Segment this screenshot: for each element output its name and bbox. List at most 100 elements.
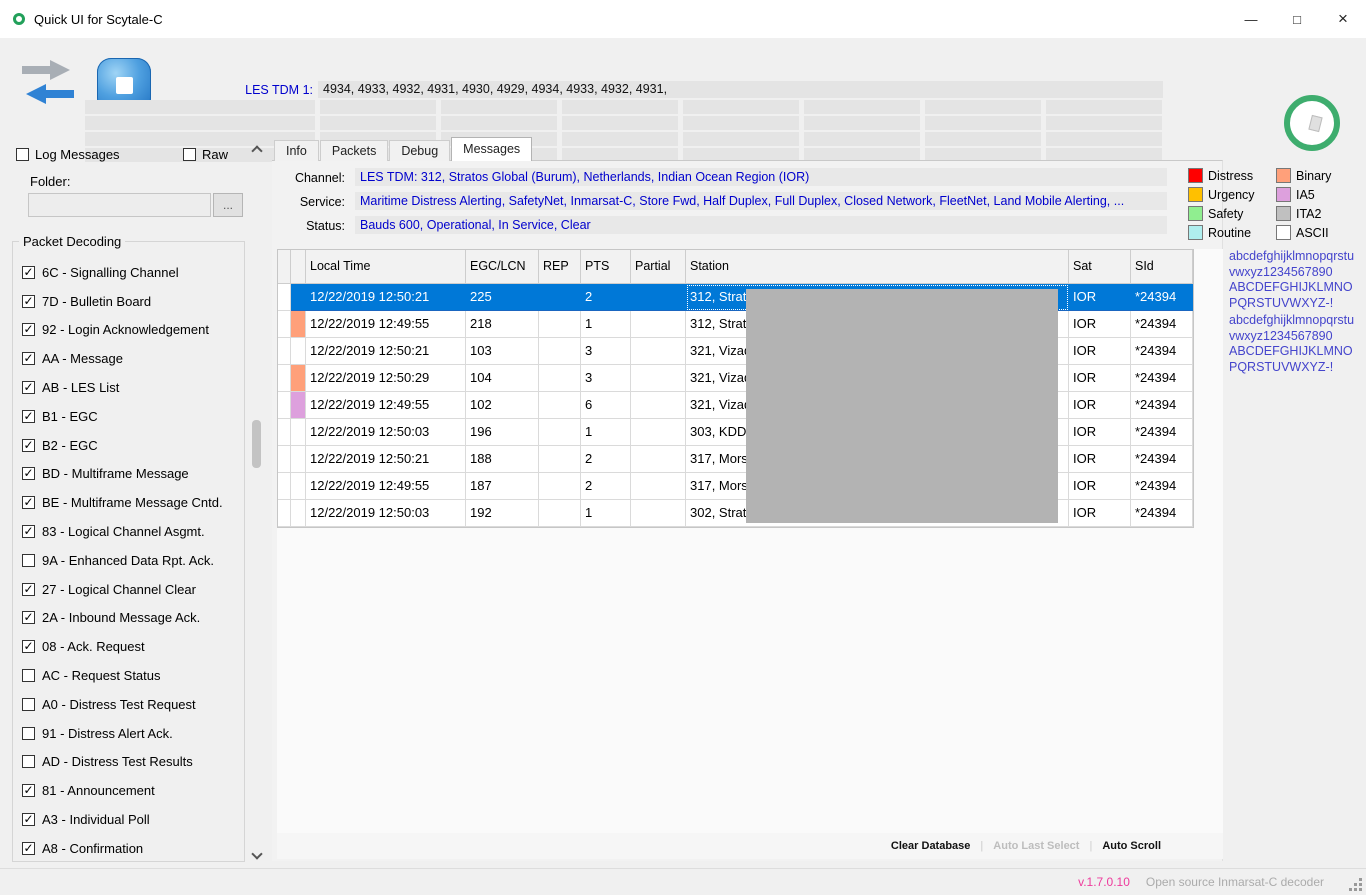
decoded-message-text: abcdefghijklmnopqrstuvwxyz1234567890 ABC… [1229, 249, 1355, 310]
legend-urgency: Urgency [1188, 186, 1255, 203]
les-tdm-slot [562, 100, 678, 114]
scrollbar-thumb[interactable] [252, 420, 261, 468]
packet-type-bd[interactable]: ✓ BD - Multiframe Message [22, 460, 240, 489]
packet-type-2a[interactable]: ✓ 2A - Inbound Message Ack. [22, 604, 240, 633]
packet-type-6c[interactable]: ✓ 6C - Signalling Channel [22, 258, 240, 287]
column-header-1[interactable] [291, 250, 306, 284]
legend-routine: Routine [1188, 224, 1251, 241]
packet-type-b1[interactable]: ✓ B1 - EGC [22, 402, 240, 431]
priority-marker-cell [291, 311, 306, 338]
tab-packets[interactable]: Packets [319, 140, 389, 161]
column-header-rep[interactable]: REP [539, 250, 581, 284]
table-cell: 12/22/2019 12:50:03 [306, 419, 466, 446]
packet-type-91[interactable]: 91 - Distress Alert Ack. [22, 719, 240, 748]
table-cell: IOR [1069, 473, 1131, 500]
column-header-egc-lcn[interactable]: EGC/LCN [466, 250, 539, 284]
les-tdm-slot [85, 100, 315, 114]
table-cell: IOR [1069, 338, 1131, 365]
channel-field: LES TDM: 312, Stratos Global (Burum), Ne… [355, 168, 1167, 186]
les-tdm-row [85, 116, 1162, 130]
packet-type-a3[interactable]: ✓ A3 - Individual Poll [22, 805, 240, 834]
maximize-button[interactable]: □ [1274, 0, 1320, 38]
window-controls: — □ × [1228, 0, 1366, 38]
auto-scroll-button[interactable]: Auto Scroll [1102, 840, 1161, 852]
scroll-down-icon[interactable] [251, 848, 263, 860]
decoded-text-panel[interactable]: abcdefghijklmnopqrstuvwxyz1234567890 ABC… [1229, 249, 1359, 377]
packet-type-b2[interactable]: ✓ B2 - EGC [22, 431, 240, 460]
table-cell: 1 [581, 500, 631, 527]
column-header-partial[interactable]: Partial [631, 250, 686, 284]
packet-type-92[interactable]: ✓ 92 - Login Acknowledgement [22, 316, 240, 345]
legend-swatch [1188, 168, 1203, 183]
table-cell: *24394 [1131, 311, 1193, 338]
les-tdm-slot [683, 100, 799, 114]
column-header-sid[interactable]: SId [1131, 250, 1193, 284]
left-panel-scrollbar[interactable] [247, 140, 267, 865]
table-cell: 6 [581, 392, 631, 419]
table-cell: IOR [1069, 419, 1131, 446]
packet-type-ac[interactable]: AC - Request Status [22, 661, 240, 690]
tab-info[interactable]: Info [274, 140, 319, 161]
packet-type-a0[interactable]: A0 - Distress Test Request [22, 690, 240, 719]
legend-swatch [1276, 206, 1291, 221]
packet-type-81[interactable]: ✓ 81 - Announcement [22, 776, 240, 805]
legend-swatch [1276, 187, 1291, 202]
service-field: Maritime Distress Alerting, SafetyNet, I… [355, 192, 1167, 210]
minimize-button[interactable]: — [1228, 0, 1274, 38]
scroll-up-icon[interactable] [251, 145, 263, 157]
clear-database-button[interactable]: Clear Database [891, 840, 971, 852]
raw-label: Raw [202, 147, 229, 162]
packet-type-08[interactable]: ✓ 08 - Ack. Request [22, 632, 240, 661]
auto-last-select-button[interactable]: Auto Last Select [993, 840, 1079, 852]
column-header-0[interactable] [278, 250, 291, 284]
table-cell: *24394 [1131, 446, 1193, 473]
table-cell: 196 [466, 419, 539, 446]
log-messages-checkbox[interactable]: Log Messages [16, 147, 120, 162]
tab-debug[interactable]: Debug [389, 140, 451, 161]
packet-decoding-title: Packet Decoding [19, 234, 126, 249]
channel-label: Channel: [294, 171, 345, 185]
table-cell: 12/22/2019 12:50:21 [306, 284, 466, 311]
table-cell [631, 473, 686, 500]
close-button[interactable]: × [1320, 0, 1366, 38]
tab-messages[interactable]: Messages [451, 137, 533, 161]
table-cell: 102 [466, 392, 539, 419]
column-header-local-time[interactable]: Local Time [306, 250, 466, 284]
packet-type-27[interactable]: ✓ 27 - Logical Channel Clear [22, 575, 240, 604]
packet-type-9a[interactable]: 9A - Enhanced Data Rpt. Ack. [22, 546, 240, 575]
checkbox-icon [22, 697, 35, 711]
table-cell: 1 [581, 419, 631, 446]
packet-type-be[interactable]: ✓ BE - Multiframe Message Cntd. [22, 488, 240, 517]
packet-type-aa[interactable]: ✓ AA - Message [22, 344, 240, 373]
transfer-button[interactable] [16, 56, 80, 112]
priority-marker-cell [291, 338, 306, 365]
packet-type-label: A0 - Distress Test Request [42, 696, 196, 712]
packet-type-ad[interactable]: AD - Distress Test Results [22, 748, 240, 777]
packet-type-7d[interactable]: ✓ 7D - Bulletin Board [22, 287, 240, 316]
checkbox-icon [22, 669, 35, 683]
packet-type-label: A8 - Confirmation [42, 840, 144, 856]
column-header-station[interactable]: Station [686, 250, 1069, 284]
tab-strip: Info Packets Debug Messages [274, 137, 533, 161]
legend-ia5: IA5 [1276, 186, 1315, 203]
packet-type-83[interactable]: ✓ 83 - Logical Channel Asgmt. [22, 517, 240, 546]
packet-type-ab[interactable]: ✓ AB - LES List [22, 373, 240, 402]
column-header-sat[interactable]: Sat [1069, 250, 1131, 284]
checkbox-icon: ✓ [22, 783, 35, 798]
table-cell: 12/22/2019 12:50:03 [306, 500, 466, 527]
resize-grip[interactable] [1359, 888, 1362, 891]
priority-marker-cell [291, 365, 306, 392]
raw-checkbox[interactable]: Raw [183, 147, 228, 162]
priority-marker-cell [291, 446, 306, 473]
browse-button[interactable]: ... [213, 193, 243, 217]
les-tdm-slot [1046, 132, 1162, 146]
column-header-pts[interactable]: PTS [581, 250, 631, 284]
folder-input[interactable] [28, 193, 211, 217]
toolbar: LES TDM 1: 4934, 4933, 4932, 4931, 4930,… [0, 38, 1366, 162]
packet-type-label: 2A - Inbound Message Ack. [42, 610, 201, 626]
app-description-text: Open source Inmarsat-C decoder [1145, 875, 1324, 889]
table-cell [631, 311, 686, 338]
table-cell: 2 [581, 446, 631, 473]
legend-swatch [1188, 225, 1203, 240]
packet-type-a8[interactable]: ✓ A8 - Confirmation [22, 834, 240, 863]
